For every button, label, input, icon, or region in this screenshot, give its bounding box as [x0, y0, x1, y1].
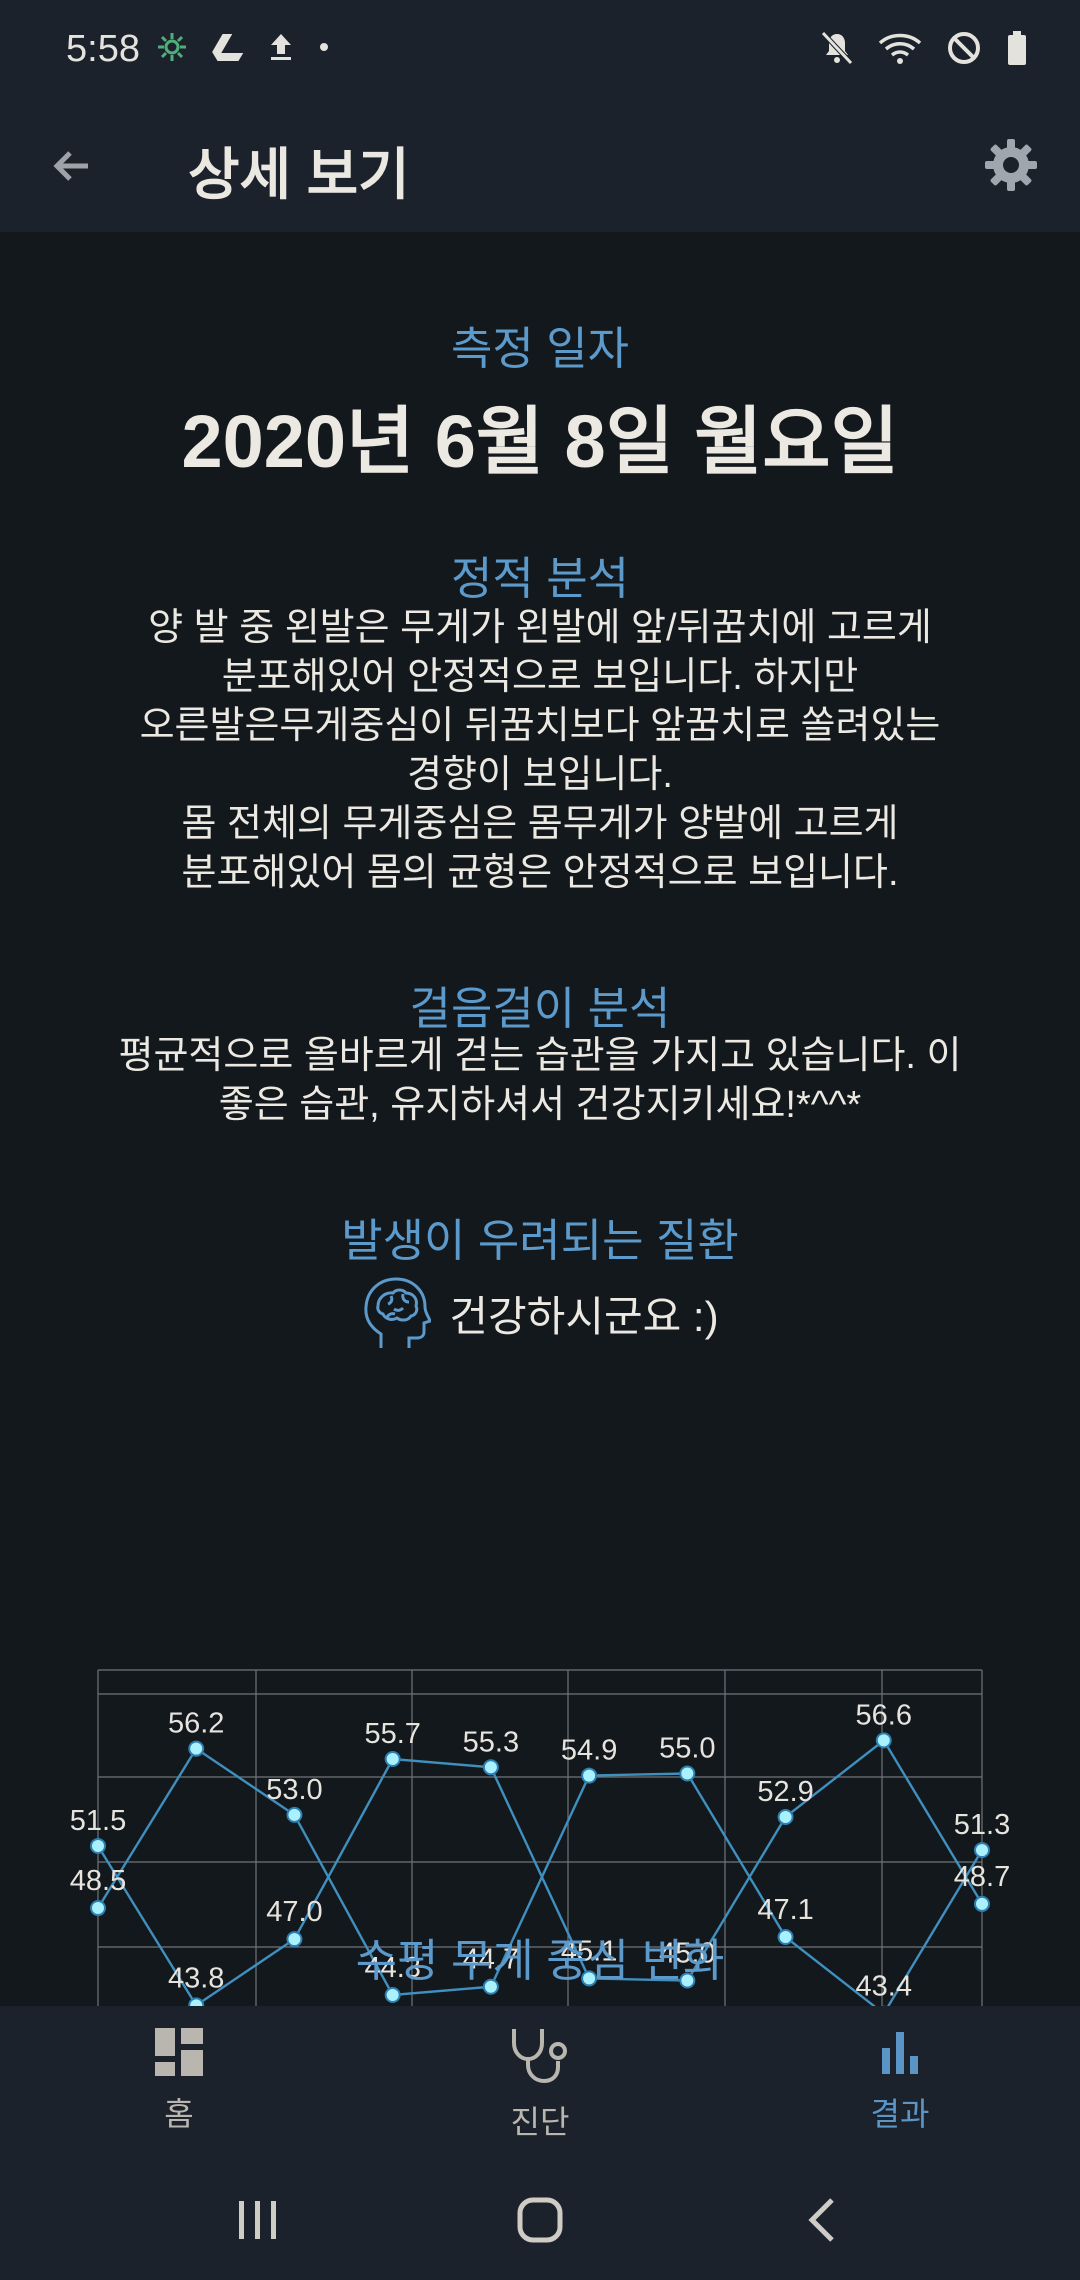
home-button[interactable]	[500, 2190, 580, 2250]
nav-item-results[interactable]: 결과	[800, 2026, 1000, 2135]
data-label: 52.9	[757, 1776, 813, 1808]
data-point	[581, 1767, 598, 1784]
data-point	[679, 1765, 696, 1782]
static-analysis-line: 분포해있어 안정적으로 보입니다. 하지만	[221, 656, 859, 698]
dashboard-icon	[155, 2028, 203, 2076]
status-left-icons	[155, 30, 331, 69]
upload-icon	[267, 32, 295, 67]
data-label: 51.3	[954, 1809, 1010, 1841]
data-label: 56.6	[856, 1699, 912, 1731]
gait-analysis-title: 걸음걸이 분석	[409, 983, 671, 1034]
gait-analysis-text: 평균적으로 올바르게 걷는 습관을 가지고 있습니다. 이 좋은 습관, 유지하…	[80, 1032, 1000, 1130]
static-analysis-text: 양 발 중 왼발은 무게가 왼발에 앞/뒤꿈치에 고르게 분포해있어 안정적으로…	[80, 604, 1000, 898]
back-button[interactable]	[38, 132, 106, 200]
nav-item-home[interactable]: 홈	[79, 2026, 279, 2135]
stethoscope-icon	[512, 2029, 567, 2084]
home-icon	[517, 2197, 563, 2243]
recent-apps-icon	[239, 2201, 276, 2239]
nav-label-results: 결과	[870, 2096, 930, 2132]
brain-head-icon	[364, 1277, 432, 1348]
measurement-date: 2020년 6월 8일 월요일	[181, 400, 899, 483]
data-point	[90, 1837, 106, 1854]
recent-apps-button[interactable]	[218, 2190, 298, 2250]
gait-analysis-line: 평균적으로 올바르게 걷는 습관을 가지고 있습니다. 이	[118, 1035, 962, 1077]
data-point	[384, 1751, 401, 1768]
data-point	[974, 1842, 990, 1859]
data-label: 54.9	[561, 1735, 617, 1767]
data-point	[188, 1740, 205, 1757]
data-label: 48.5	[70, 1865, 126, 1897]
gear-icon	[985, 139, 1037, 191]
nav-item-diagnosis[interactable]: 진단	[440, 2026, 640, 2143]
measurement-date-label: 측정 일자	[450, 323, 630, 374]
battery-icon	[1006, 30, 1028, 71]
data-label: 55.7	[364, 1718, 420, 1750]
nav-label-diagnosis: 진단	[510, 2104, 570, 2140]
status-bar: 5:58	[0, 0, 1080, 100]
static-analysis-line: 양 발 중 왼발은 무게가 왼발에 앞/뒤꿈치에 고르게	[148, 607, 932, 649]
data-point	[90, 1900, 106, 1917]
data-label: 51.5	[70, 1805, 126, 1837]
page-title: 상세 보기	[188, 143, 410, 206]
arrow-back-icon	[53, 151, 88, 181]
disease-text: 건강하시군요 :)	[449, 1292, 719, 1340]
static-analysis-line: 분포해있어 몸의 균형은 안정적으로 보입니다.	[181, 852, 899, 894]
gait-analysis-line: 좋은 습관, 유지하셔서 건강지키세요!*^^*	[218, 1084, 862, 1126]
data-point	[974, 1895, 990, 1912]
mute-icon	[820, 30, 854, 71]
data-point	[286, 1806, 303, 1823]
weight-center-line-chart: 51.543.847.055.7 55.345.1 45.052.956.648.7…	[70, 1669, 1010, 2006]
disease-title: 발생이 우려되는 질환	[341, 1215, 739, 1266]
static-analysis-title: 정적 분석	[450, 553, 630, 604]
disease-result: 건강하시군요 :)	[0, 1276, 1080, 1350]
nav-label-home: 홈	[164, 2096, 194, 2132]
static-analysis-line: 오른발은무게중심이 뒤꿈치보다 앞꿈치로 쏠려있는	[139, 705, 941, 747]
wifi-icon	[878, 31, 922, 70]
static-analysis-line: 경향이 보입니다.	[407, 754, 673, 796]
data-point	[875, 1732, 892, 1749]
horizontal-weight-center-title: 수평 무게 중심 변화	[355, 1935, 725, 1986]
app-bar: 상세 보기	[0, 100, 1080, 232]
data-label: 55.0	[659, 1733, 715, 1765]
pinwheel-icon	[155, 30, 189, 69]
data-label: 48.7	[954, 1861, 1010, 1893]
bottom-navigation: 홈 진단 결과	[0, 2006, 1080, 2156]
data-point	[482, 1759, 499, 1776]
data-label: 56.2	[168, 1708, 224, 1740]
data-point	[188, 1997, 205, 2006]
system-back-button[interactable]	[782, 2190, 862, 2250]
status-right-icons	[820, 30, 1028, 71]
back-chevron-icon	[808, 2198, 834, 2242]
bar-chart-icon	[882, 2032, 918, 2074]
static-analysis-line: 몸 전체의 무게중심은 몸무게가 양발에 고르게	[181, 803, 899, 845]
data-label: 53.0	[266, 1774, 322, 1806]
data-point	[777, 1808, 794, 1825]
do-not-disturb-icon	[946, 30, 982, 71]
data-label: 55.3	[463, 1726, 519, 1758]
data-label: 47.1	[757, 1894, 813, 1926]
detail-content[interactable]: 측정 일자 2020년 6월 8일 월요일 정적 분석 양 발 중 왼발은 무게…	[0, 232, 1080, 2006]
dot-icon	[317, 32, 331, 67]
data-point	[384, 1986, 401, 2003]
status-time: 5:58	[66, 28, 140, 70]
drive-icon	[209, 32, 247, 67]
settings-button[interactable]	[974, 128, 1048, 202]
system-navigation-bar	[0, 2156, 1080, 2280]
